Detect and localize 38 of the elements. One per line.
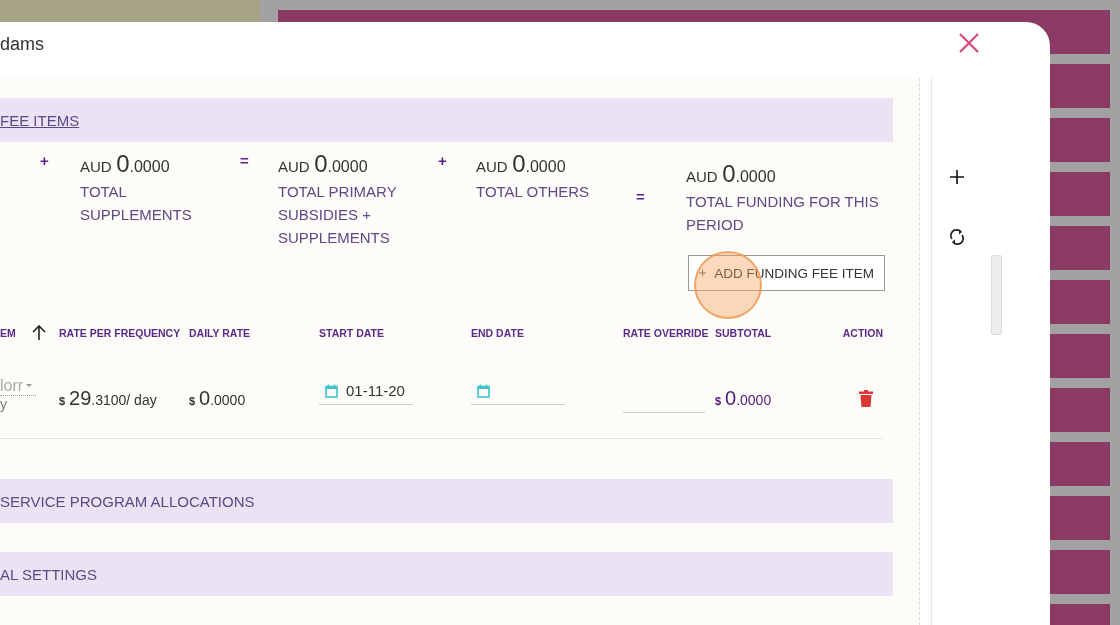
operator: + — [40, 152, 49, 169]
column-header: ACTION — [842, 327, 883, 339]
column-header: RATE PER FREQUENCY — [59, 327, 181, 339]
sort-arrow-icon[interactable] — [31, 325, 46, 341]
calendar-icon — [477, 383, 490, 398]
total-label: TOTAL PRIMARY SUBSIDIES + SUPPLEMENTS — [278, 182, 398, 248]
total-label: TOTAL OTHERS — [476, 182, 591, 202]
column-header: RATE OVERRIDE — [623, 327, 709, 339]
column-header: EM — [0, 327, 16, 339]
dialog-title: dams — [0, 33, 44, 55]
amount: $ 0.0000 — [189, 386, 246, 410]
operator: + — [438, 152, 447, 169]
amount: AUD 0.0000 — [278, 150, 369, 178]
dropdown-subtext: y — [0, 395, 8, 412]
scrollbar[interactable] — [991, 255, 1002, 335]
operator: = — [240, 152, 249, 169]
total-label: TOTAL SUPPLEMENTS — [80, 182, 193, 225]
amount: $ 29.3100/ day — [59, 386, 157, 410]
calendar-icon — [325, 383, 338, 398]
section-header[interactable]: FEE ITEMS — [0, 98, 893, 142]
plus-icon — [699, 266, 707, 280]
amount: AUD 0.0000 — [686, 160, 777, 188]
amount: AUD 0.0000 — [80, 150, 171, 178]
column-header: SUBTOTAL — [715, 327, 772, 339]
column-header: END DATE — [471, 327, 524, 339]
column-header: START DATE — [319, 327, 384, 339]
date-field[interactable]: 01-11-20 — [319, 377, 413, 405]
close-icon[interactable] — [958, 32, 980, 54]
operator: = — [636, 188, 645, 205]
plus-icon[interactable] — [950, 170, 964, 184]
amount: $ 0.0000 — [715, 386, 772, 410]
section-header[interactable]: SERVICE PROGRAM ALLOCATIONS — [0, 479, 893, 523]
section-header[interactable]: AL SETTINGS — [0, 552, 893, 596]
total-label: TOTAL FUNDING FOR THIS PERIOD — [686, 192, 880, 235]
trash-icon[interactable] — [859, 389, 873, 407]
amount: AUD 0.0000 — [476, 150, 567, 178]
column-header: DAILY RATE — [189, 327, 251, 339]
refresh-icon[interactable] — [948, 228, 966, 246]
